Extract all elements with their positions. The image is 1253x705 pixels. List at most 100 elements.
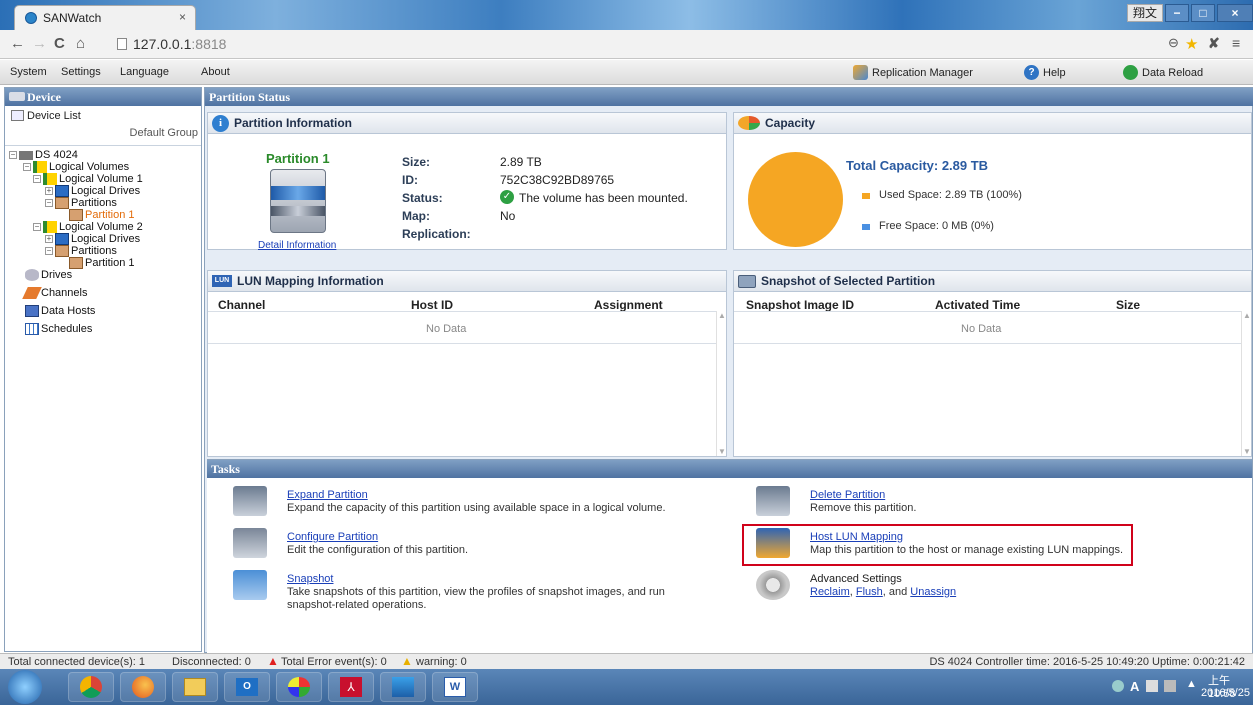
taskbar-outlook-icon[interactable]: O — [224, 672, 270, 702]
tree-item-drives[interactable]: Drives — [25, 269, 72, 281]
menu-hamburger-icon[interactable]: ≡ — [1232, 35, 1240, 51]
logical-drive-icon — [55, 185, 69, 197]
partition-name: Partition 1 — [266, 151, 330, 166]
tree-item-ds4024[interactable]: − DS 4024 — [9, 149, 78, 161]
menu-language[interactable]: Language — [120, 66, 169, 78]
zoom-icon[interactable]: ⊖ — [1168, 35, 1179, 51]
taskbar-acrobat-icon[interactable]: ⅄ — [328, 672, 374, 702]
taskbar-word-icon[interactable]: W — [432, 672, 478, 702]
lun-col-assignment[interactable]: Assignment — [594, 298, 663, 312]
unassign-link[interactable]: Unassign — [910, 586, 956, 598]
tray-display-icon[interactable] — [1164, 680, 1176, 692]
home-icon[interactable]: ⌂ — [76, 35, 85, 52]
lun-icon: LUN — [212, 275, 232, 287]
flush-link[interactable]: Flush — [856, 586, 883, 598]
expand-icon[interactable]: + — [45, 187, 53, 195]
tree-item-lv1-logical-drives[interactable]: + Logical Drives — [45, 185, 140, 197]
collapse-icon[interactable]: − — [33, 175, 41, 183]
scroll-up-icon[interactable]: ▲ — [1243, 311, 1251, 320]
data-reload-button[interactable]: Data Reload — [1123, 65, 1203, 80]
scroll-up-icon[interactable]: ▲ — [718, 311, 726, 320]
close-window-button[interactable]: × — [1217, 4, 1253, 22]
snapshot-scrollbar[interactable]: ▲ ▼ — [1241, 311, 1251, 456]
tray-network-icon[interactable] — [1112, 680, 1124, 692]
taskbar-firefox-icon[interactable] — [120, 672, 166, 702]
tray-ime-icon[interactable]: A — [1130, 679, 1139, 694]
tree-item-logical-volumes[interactable]: − Logical Volumes — [23, 161, 129, 173]
collapse-icon[interactable]: − — [45, 247, 53, 255]
menu-system[interactable]: System — [10, 66, 47, 78]
taskbar-chrome-icon[interactable] — [68, 672, 114, 702]
replication-manager-button[interactable]: Replication Manager — [853, 65, 973, 80]
id-value: 752C38C92BD89765 — [500, 173, 615, 187]
taskbar-explorer-icon[interactable] — [172, 672, 218, 702]
minimize-button[interactable]: − — [1165, 4, 1189, 22]
partition-database-icon — [270, 169, 326, 233]
bookmark-star-icon[interactable]: ★ — [1185, 35, 1198, 53]
url-field[interactable]: 127.0.0.1:8818 — [113, 34, 1113, 55]
device-panel: Device Device List Default Group − DS 402… — [4, 87, 202, 652]
tray-expand-icon[interactable]: ▲ — [1186, 678, 1197, 690]
menu-settings[interactable]: Settings — [61, 66, 101, 78]
forward-arrow-icon[interactable]: → — [32, 35, 47, 52]
drives-icon — [25, 269, 39, 281]
tree-item-schedules[interactable]: Schedules — [25, 323, 92, 335]
reclaim-link[interactable]: Reclaim — [810, 586, 850, 598]
tree-item-lv2-partitions[interactable]: − Partitions — [45, 245, 117, 257]
collapse-icon[interactable]: − — [23, 163, 31, 171]
collapse-icon[interactable]: − — [45, 199, 53, 207]
help-button[interactable]: ? Help — [1024, 65, 1066, 80]
back-arrow-icon[interactable]: ← — [10, 35, 25, 52]
browser-tab[interactable]: SANWatch × — [14, 5, 196, 30]
configure-partition-link[interactable]: Configure Partition — [287, 531, 378, 543]
tree-item-lv2-partition-1[interactable]: Partition 1 — [69, 257, 135, 269]
collapse-icon[interactable]: − — [9, 151, 17, 159]
tree-item-channels[interactable]: Channels — [22, 287, 87, 299]
snapshot-col-activated-time[interactable]: Activated Time — [935, 298, 1020, 312]
tree-item-data-hosts[interactable]: Data Hosts — [25, 305, 95, 317]
ime-indicator[interactable]: 翔文 — [1127, 4, 1163, 22]
host-lun-mapping-link[interactable]: Host LUN Mapping — [810, 531, 903, 543]
taskbar-remote-desktop-icon[interactable] — [380, 672, 426, 702]
scroll-down-icon[interactable]: ▼ — [718, 447, 726, 456]
host-lun-mapping-icon — [756, 528, 790, 558]
disconnected-devices: Disconnected: 0 — [172, 656, 251, 668]
lun-mapping-panel: LUN LUN Mapping Information Channel Host… — [207, 270, 727, 457]
logical-volume-icon — [33, 161, 47, 173]
expand-partition-link[interactable]: Expand Partition — [287, 489, 368, 501]
snapshot-camera-icon — [233, 570, 267, 600]
expand-icon[interactable]: + — [45, 235, 53, 243]
snapshot-link[interactable]: Snapshot — [287, 573, 333, 585]
data-hosts-icon — [25, 305, 39, 317]
default-group-label[interactable]: Default Group — [130, 127, 198, 139]
mounted-check-icon: ✓ — [500, 190, 514, 204]
snapshot-col-size[interactable]: Size — [1116, 298, 1140, 312]
scroll-down-icon[interactable]: ▼ — [1243, 447, 1251, 456]
lun-scrollbar[interactable]: ▲ ▼ — [716, 311, 726, 456]
taskbar-paint-icon[interactable] — [276, 672, 322, 702]
total-capacity: Total Capacity: 2.89 TB — [846, 158, 989, 173]
tree-item-logical-volume-2[interactable]: − Logical Volume 2 — [33, 221, 143, 233]
tasks-panel: Tasks Expand Partition Expand the capaci… — [207, 459, 1252, 653]
start-button-icon[interactable] — [8, 670, 42, 704]
tree-item-lv2-logical-drives[interactable]: + Logical Drives — [45, 233, 140, 245]
maximize-button[interactable]: □ — [1191, 4, 1215, 22]
tree-item-lv1-partitions[interactable]: − Partitions — [45, 197, 117, 209]
device-panel-header: Device — [5, 88, 201, 106]
tray-keyboard-icon[interactable] — [1146, 680, 1158, 692]
menu-about[interactable]: About — [201, 66, 230, 78]
delete-partition-link[interactable]: Delete Partition — [810, 489, 885, 501]
device-list-label[interactable]: Device List — [27, 110, 81, 122]
reload-icon[interactable]: C — [54, 35, 65, 52]
clock-date[interactable]: 2016/5/25 — [1201, 687, 1250, 699]
partitions-icon — [55, 197, 69, 209]
tree-item-logical-volume-1[interactable]: − Logical Volume 1 — [33, 173, 143, 185]
detail-information-link[interactable]: Detail Information — [258, 240, 336, 251]
extension-icon[interactable]: ✘ — [1208, 35, 1220, 52]
close-tab-icon[interactable]: × — [179, 10, 186, 24]
snapshot-col-image-id[interactable]: Snapshot Image ID — [746, 298, 854, 312]
collapse-icon[interactable]: − — [33, 223, 41, 231]
lun-col-host-id[interactable]: Host ID — [411, 298, 453, 312]
lun-col-channel[interactable]: Channel — [218, 298, 265, 312]
tree-item-lv1-partition-1-selected[interactable]: Partition 1 — [69, 209, 135, 221]
